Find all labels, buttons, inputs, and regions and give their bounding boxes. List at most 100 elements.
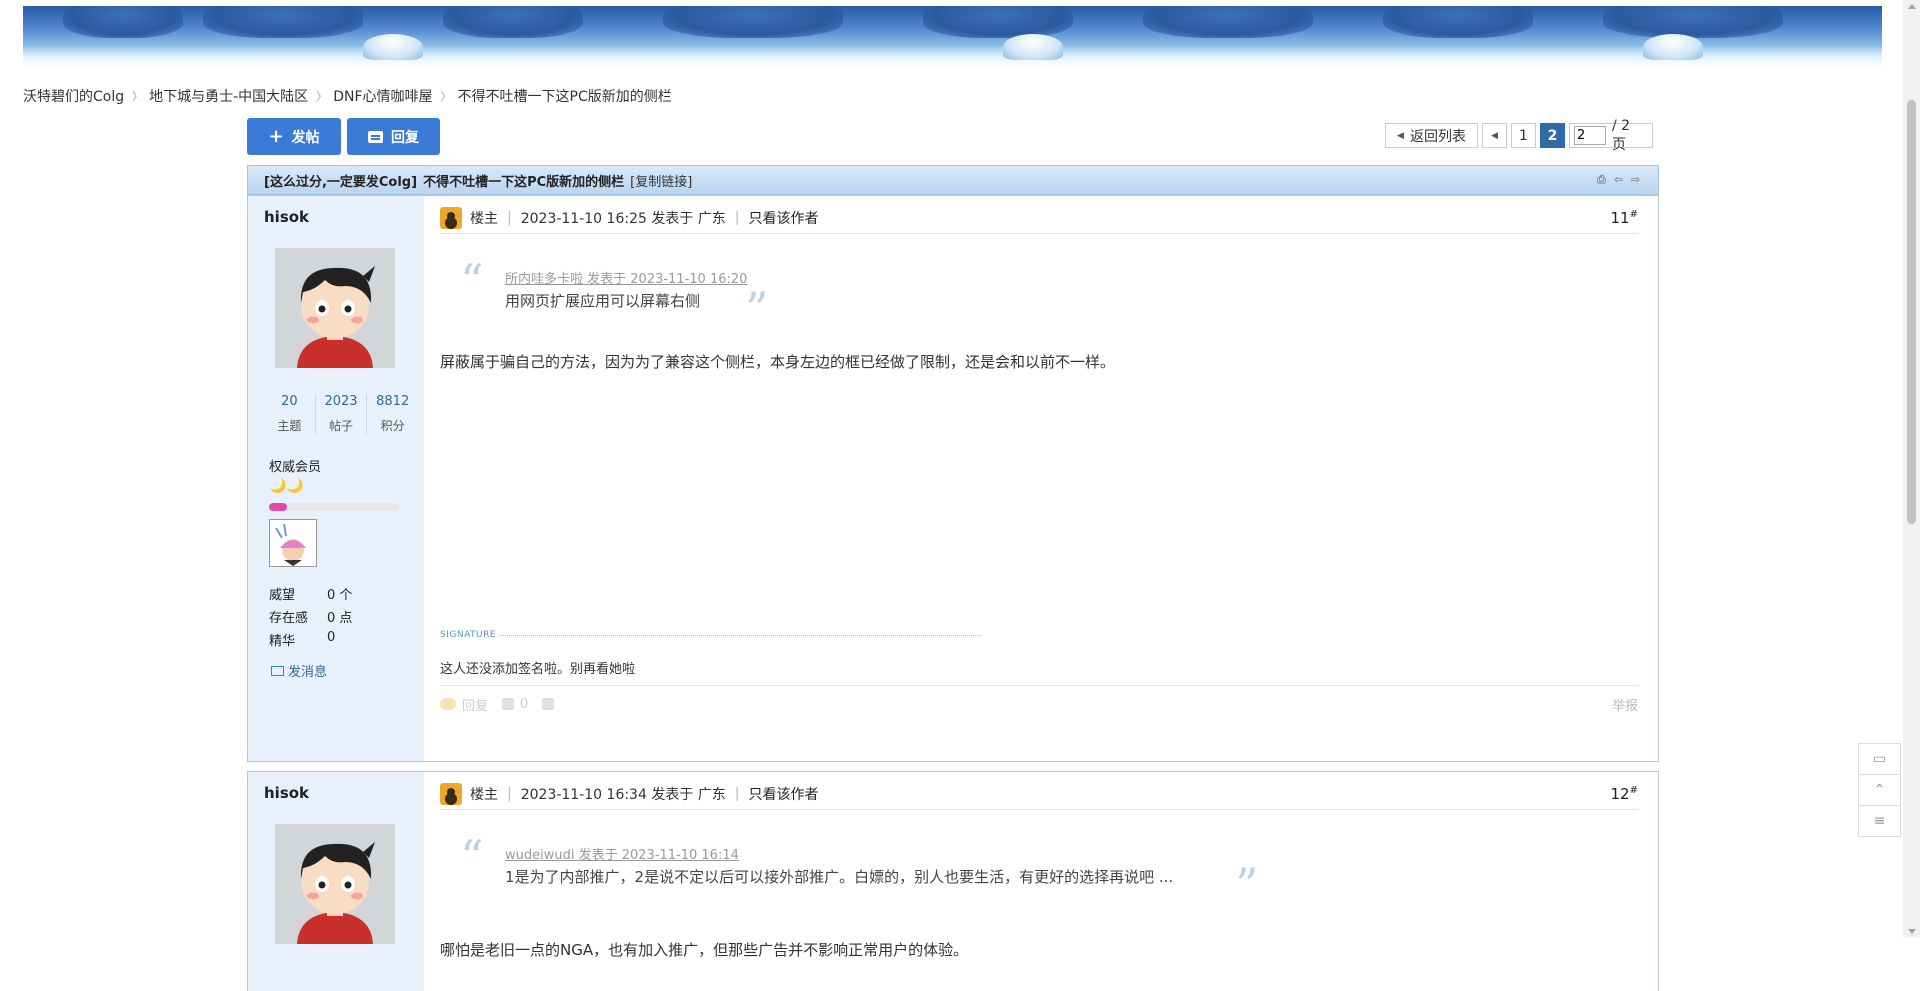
caret-left-icon: ◀ — [1397, 130, 1404, 141]
page-2-button[interactable]: 2 — [1540, 123, 1565, 148]
author-name[interactable]: hisok — [264, 208, 309, 226]
floor-11: 11 — [1610, 209, 1630, 227]
stat-posts-value: 2023 — [324, 394, 358, 409]
post-actions: 回复 0 举报 — [440, 689, 1638, 719]
author-name[interactable]: hisok — [264, 784, 309, 802]
stat-points-value: 8812 — [376, 394, 410, 409]
author-sidebar: hisok — [248, 772, 424, 991]
back-to-list-button[interactable]: ◀ 返回列表 — [1385, 123, 1478, 148]
thread-tag[interactable]: [这么过分,一定要发Colg] — [264, 171, 417, 190]
reply-action-label: 回复 — [462, 698, 489, 714]
thread-starter-label: 楼主 — [470, 211, 498, 227]
scrollbar-thumb[interactable] — [1907, 100, 1916, 524]
stat-topics[interactable]: 20 主题 — [264, 394, 316, 434]
back-to-top-icon[interactable]: ⌃ — [1858, 774, 1901, 806]
reply-icon — [368, 130, 383, 143]
list-icon[interactable]: ≡ — [1858, 805, 1901, 837]
breadcrumb-region[interactable]: 地下城与勇士-中国大陆区 — [149, 86, 308, 106]
page-scrollbar[interactable] — [1903, 0, 1920, 938]
info-value-presence: 0 点 — [327, 611, 353, 626]
page-jump-input[interactable] — [1574, 126, 1606, 145]
post-time: 2023-11-10 16:34 发表于 广东 — [520, 787, 726, 803]
thread-starter-icon — [440, 207, 462, 229]
signature-text: 这人还没添加签名啦。别再看她啦 — [440, 662, 636, 677]
floating-tools: ▭ ⌃ ≡ — [1858, 743, 1901, 837]
quote-source-link[interactable]: wudeiwudi 发表于 2023-11-10 16:14 — [505, 844, 739, 863]
post-11: hisok 20 主题 2023 帖子 8812 积分 权威会员 🌙🌙 威望 0… — [247, 195, 1659, 762]
close-quote-icon: ” — [1235, 858, 1259, 912]
prev-thread-icon[interactable]: ⇦ — [1614, 174, 1627, 186]
report-link[interactable]: 举报 — [1612, 695, 1638, 714]
breadcrumb-thread[interactable]: 不得不吐槽一下这PC版新加的侧栏 — [458, 86, 672, 106]
info-key-digest: 精华 — [269, 634, 296, 649]
post-meta: 楼主 | 2023-11-10 16:25 发表于 广东 | 只看该作者 — [440, 205, 819, 231]
post-12: hisok 楼主 | 2023-11-10 16:34 发表于 广东 | 只看该… — [247, 771, 1659, 991]
like-action[interactable]: 0 — [502, 697, 528, 712]
envelope-icon — [271, 665, 284, 676]
stat-topics-label: 主题 — [277, 419, 302, 433]
breadcrumb-home[interactable]: 沃特碧们的Colg — [23, 86, 124, 106]
stat-points-label: 积分 — [380, 419, 405, 433]
page-1-button[interactable]: 1 — [1511, 123, 1536, 148]
comment-icon — [542, 698, 555, 710]
pagination: ◀ 返回列表 ◀ 1 2 / 2 页 — [1385, 118, 1653, 153]
breadcrumb-forum[interactable]: DNF心情咖啡屋 — [333, 86, 432, 106]
reply-action[interactable]: 回复 — [440, 695, 488, 714]
medal-badge[interactable] — [269, 519, 317, 567]
prev-page-button[interactable]: ◀ — [1482, 123, 1507, 148]
chevron-right-icon: 〉 — [132, 90, 144, 103]
info-key-presence: 存在感 — [269, 611, 309, 626]
post-content: 楼主 | 2023-11-10 16:25 发表于 广东 | 只看该作者 11#… — [440, 196, 1638, 761]
reply-button[interactable]: 回复 — [347, 118, 440, 155]
post-body: 哪怕是老旧一点的NGA，也有加入推广，但那些广告并不影响正常用户的体验。 — [440, 941, 969, 959]
info-value-prestige: 0 个 — [327, 588, 353, 603]
caret-left-icon: ◀ — [1491, 130, 1498, 141]
post-time: 2023-11-10 16:25 发表于 广东 — [520, 211, 726, 227]
print-icon[interactable]: ⎙ — [1597, 174, 1610, 186]
chevron-right-icon: 〉 — [316, 90, 328, 103]
plus-icon: + — [268, 126, 284, 147]
page-total-label: / 2 页 — [1612, 117, 1631, 153]
scroll-up-icon[interactable] — [1908, 4, 1916, 9]
info-value-digest: 0 — [327, 630, 336, 645]
quote-text: 用网页扩展应用可以屏幕右侧 — [505, 292, 701, 310]
stat-points[interactable]: 8812 积分 — [367, 394, 418, 434]
new-post-button[interactable]: + 发帖 — [247, 118, 341, 155]
send-message-link[interactable]: 发消息 — [271, 661, 327, 680]
comment-action[interactable] — [542, 698, 555, 710]
thread-header: [这么过分,一定要发Colg] 不得不吐槽一下这PC版新加的侧栏 [复制链接] … — [247, 165, 1659, 195]
chevron-right-icon: 〉 — [440, 90, 452, 103]
signature-label-text: SIGNATURE — [440, 630, 497, 640]
comment-icon[interactable]: ▭ — [1858, 743, 1901, 775]
thumbs-up-icon — [502, 698, 515, 710]
send-message-label: 发消息 — [288, 665, 328, 680]
thread-tools: ⎙ ⇦ ⇨ — [1597, 174, 1644, 186]
moon-level-icon: 🌙🌙 — [269, 478, 304, 494]
only-author-link[interactable]: 只看该作者 — [749, 208, 819, 228]
post-content: 楼主 | 2023-11-10 16:34 发表于 广东 | 只看该作者 12#… — [440, 772, 1638, 991]
thread-starter-icon — [440, 783, 462, 805]
signature-label: SIGNATURE — [440, 630, 981, 640]
floor-number[interactable]: 11# — [1611, 209, 1638, 227]
quote-source-link[interactable]: 所内哇多卡啦 发表于 2023-11-10 16:20 — [505, 268, 747, 287]
avatar[interactable] — [275, 824, 395, 944]
user-rank[interactable]: 权威会员 — [269, 456, 321, 475]
only-author-link[interactable]: 只看该作者 — [749, 784, 819, 804]
reply-label: 回复 — [391, 129, 419, 146]
copy-link[interactable]: [复制链接] — [630, 171, 692, 190]
open-quote-icon: “ — [460, 830, 484, 884]
thread-title: 不得不吐槽一下这PC版新加的侧栏 — [423, 174, 625, 190]
site-banner — [23, 6, 1882, 68]
stat-posts[interactable]: 2023 帖子 — [316, 394, 368, 434]
scroll-down-icon[interactable] — [1908, 929, 1916, 934]
avatar[interactable] — [275, 248, 395, 368]
quote-text: 1是为了内部推广，2是说不定以后可以接外部推广。白嫖的，别人也要生活，有更好的选… — [505, 868, 1174, 886]
user-info: 威望 0 个 存在感 0 点 精华 0 — [269, 584, 352, 653]
next-thread-icon[interactable]: ⇨ — [1631, 174, 1644, 186]
floor-number[interactable]: 12# — [1611, 785, 1638, 803]
post-body: 屏蔽属于骗自己的方法，因为为了兼容这个侧栏，本身左边的框已经做了限制，还是会和以… — [440, 353, 1116, 371]
post-meta: 楼主 | 2023-11-10 16:34 发表于 广东 | 只看该作者 — [440, 781, 819, 807]
breadcrumb: 沃特碧们的Colg 〉 地下城与勇士-中国大陆区 〉 DNF心情咖啡屋 〉 不得… — [23, 86, 672, 106]
floor-12: 12 — [1610, 785, 1630, 803]
close-quote-icon: ” — [745, 282, 769, 336]
